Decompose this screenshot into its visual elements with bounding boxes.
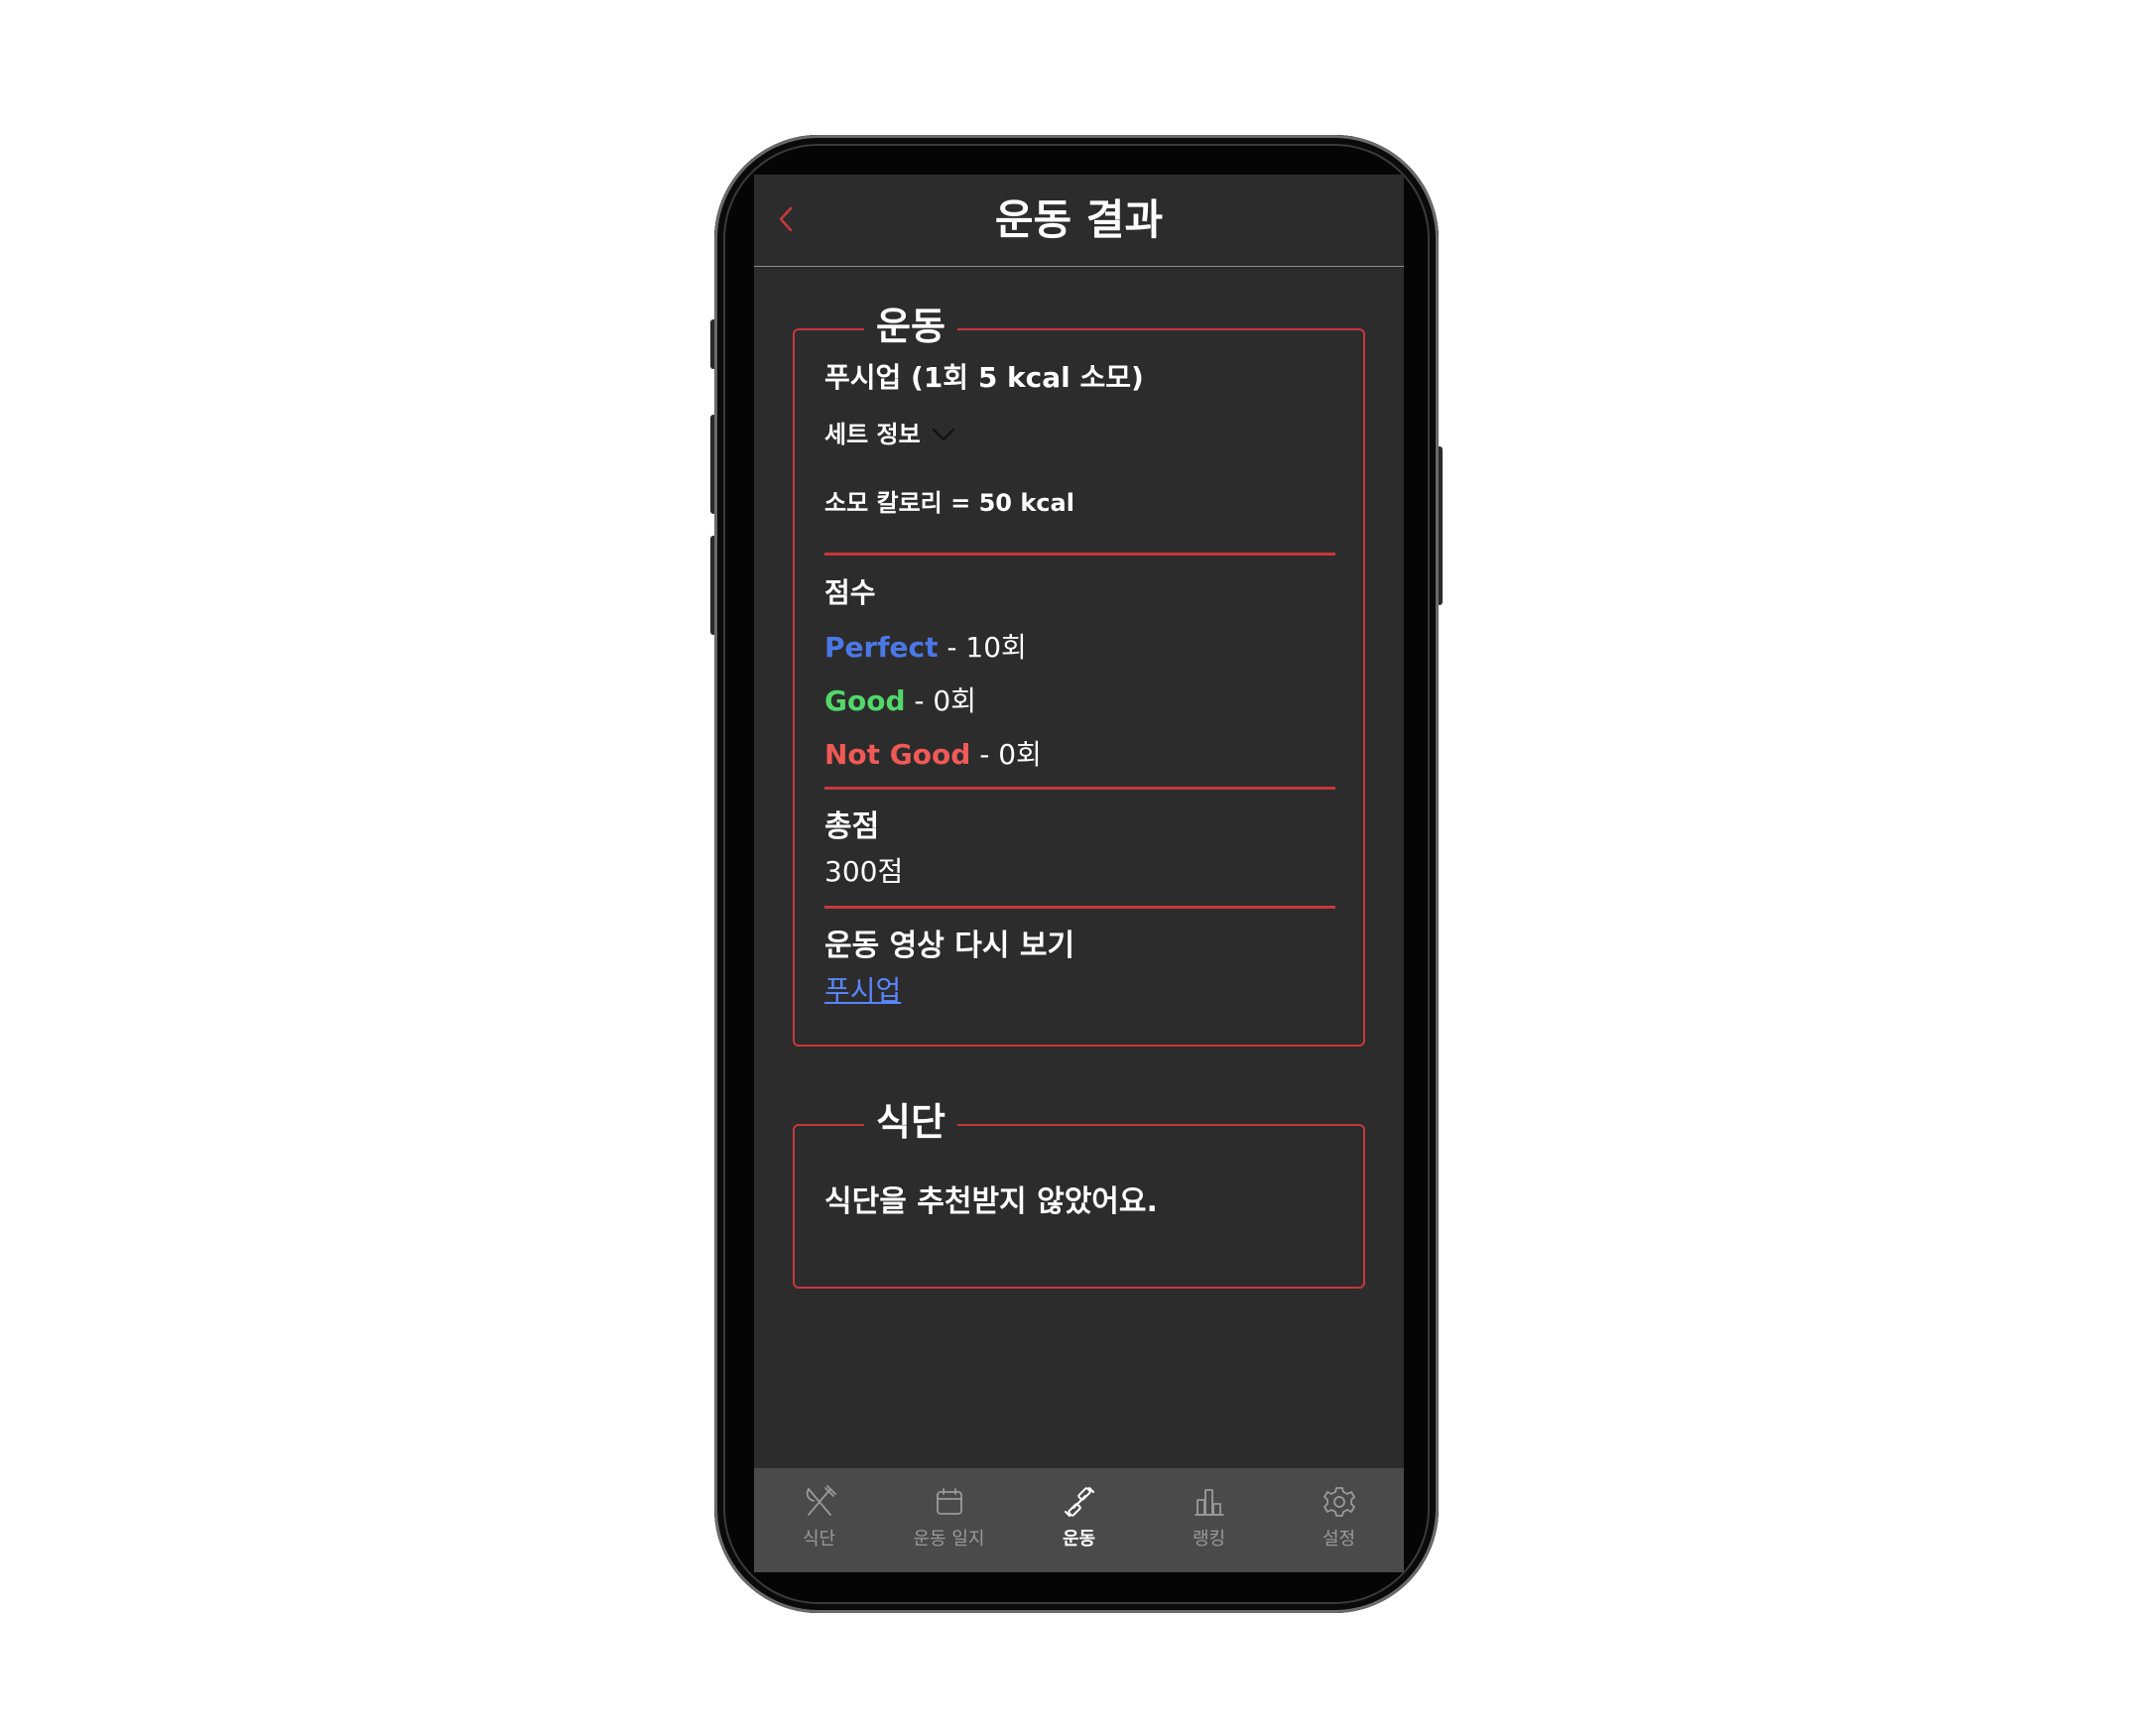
- tab-label: 랭킹: [1192, 1529, 1226, 1550]
- diet-card-title: 식단: [864, 1100, 957, 1144]
- score-good: Good - 0회: [824, 682, 976, 721]
- score-not-good: Not Good - 0회: [824, 735, 1042, 775]
- gear-icon: [1323, 1487, 1355, 1517]
- tab-diet[interactable]: 식단: [754, 1468, 884, 1572]
- tab-label: 운동: [1062, 1529, 1096, 1550]
- tab-settings[interactable]: 설정: [1274, 1468, 1404, 1572]
- bar-chart-icon: [1194, 1489, 1224, 1516]
- good-label: Good: [824, 684, 906, 717]
- chevron-down-icon: [932, 428, 954, 441]
- score-perfect: Perfect - 10회: [824, 628, 1027, 668]
- not-good-count: - 0회: [970, 738, 1042, 771]
- exercise-card: 운동 푸시업 (1회 5 kcal 소모) 세트 정보 소모 칼로리 = 50 …: [793, 305, 1365, 1047]
- perfect-count: - 10회: [938, 631, 1027, 664]
- diet-message: 식단을 추천받지 않았어요.: [824, 1184, 1158, 1219]
- utensils-icon: [806, 1485, 836, 1516]
- perfect-label: Perfect: [824, 631, 939, 664]
- header: 운동 결과: [754, 175, 1404, 267]
- calendar-icon: [936, 1488, 962, 1515]
- tab-label: 식단: [802, 1529, 836, 1550]
- diet-card: 식단 식단을 추천받지 않았어요.: [793, 1100, 1365, 1289]
- set-info-toggle[interactable]: 세트 정보: [824, 418, 956, 451]
- set-info-label: 세트 정보: [824, 421, 921, 448]
- calories-burned: 소모 칼로리 = 50 kcal: [824, 489, 1074, 517]
- total-score-value: 300점: [824, 855, 904, 888]
- exercise-name: 푸시업 (1회 5 kcal 소모): [824, 361, 1144, 394]
- total-score-label: 총점: [824, 809, 880, 844]
- score-label: 점수: [824, 576, 876, 609]
- dumbbell-icon: [1064, 1487, 1094, 1517]
- app-screen: 운동 결과 운동 푸시업 (1회 5 kcal 소모) 세트 정보 소모 칼로리…: [754, 175, 1404, 1572]
- replay-video-link[interactable]: 푸시업: [824, 971, 901, 1011]
- divider: [824, 906, 1335, 909]
- divider: [824, 553, 1335, 556]
- tab-ranking[interactable]: 랭킹: [1144, 1468, 1274, 1572]
- tab-workout-log[interactable]: 운동 일지: [884, 1468, 1014, 1572]
- bottom-tab-bar: 식단 운동 일지 운동 랭킹 설정: [754, 1468, 1404, 1572]
- exercise-card-title: 운동: [864, 305, 957, 348]
- tab-label: 설정: [1322, 1529, 1356, 1550]
- not-good-label: Not Good: [824, 738, 971, 771]
- tab-label: 운동 일지: [913, 1529, 985, 1550]
- replay-video-label: 운동 영상 다시 보기: [824, 929, 1075, 963]
- divider: [824, 787, 1335, 790]
- tab-exercise[interactable]: 운동: [1014, 1468, 1144, 1572]
- good-count: - 0회: [905, 684, 976, 717]
- page-title: 운동 결과: [994, 195, 1164, 244]
